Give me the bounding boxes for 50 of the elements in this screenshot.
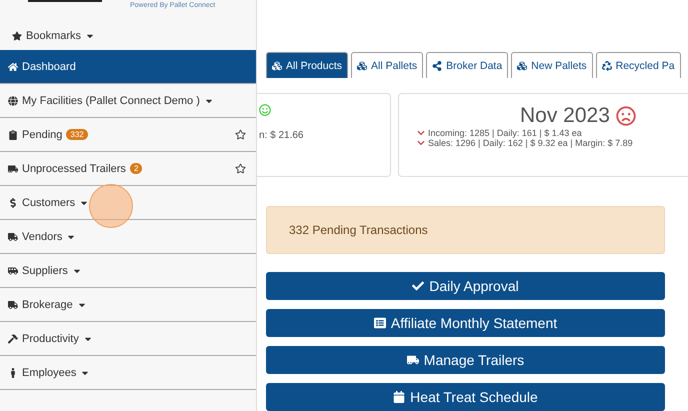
click-indicator [89, 184, 133, 228]
action-button[interactable]: Daily Approval [266, 272, 665, 300]
tab[interactable]: Broker Data [426, 52, 508, 78]
boxes-icon [357, 60, 368, 70]
sidebar-item[interactable]: Brokerage [0, 288, 256, 322]
clipboard-icon [8, 130, 18, 140]
tab[interactable]: Recycled Pa [596, 52, 681, 78]
calendar-icon [393, 391, 406, 403]
sidebar-item[interactable]: Suppliers [0, 254, 256, 288]
sidebar-item[interactable]: Unprocessed Trailers 2 [0, 152, 256, 186]
chevron-down-icon [417, 129, 425, 137]
action-button[interactable]: Manage Trailers [266, 346, 665, 374]
sidebar-item[interactable]: Employees [0, 356, 256, 390]
recycle-icon [602, 60, 612, 70]
chevron-down-icon [417, 139, 425, 147]
sidebar-item[interactable]: My Facilities (Pallet Connect Demo ) [0, 84, 256, 118]
star-icon [12, 31, 22, 41]
tab[interactable]: All Products [266, 52, 348, 78]
pending-alert: 332 Pending Transactions [266, 206, 665, 254]
stats-line: Sales: 1296 | Daily: 162 | $ 9.32 ea | Margin: $ 7.89 [428, 138, 633, 148]
tab[interactable]: All Pallets [351, 52, 424, 78]
star-icon[interactable] [235, 129, 246, 140]
home-icon [8, 62, 18, 72]
count-badge: 2 [130, 163, 142, 174]
star-icon[interactable] [235, 163, 246, 174]
boxes-icon [517, 60, 528, 70]
count-badge: 332 [66, 129, 88, 140]
hammer-icon [8, 334, 18, 344]
check-icon [412, 280, 424, 292]
action-button[interactable]: Affiliate Monthly Statement [266, 309, 665, 337]
van-icon [8, 266, 18, 276]
sidebar-item[interactable]: Vendors [0, 220, 256, 254]
month-title: Nov 2023 [520, 104, 610, 128]
boxes-icon [272, 60, 282, 70]
stats-line: Incoming: 1285 | Daily: 161 | $ 1.43 ea [428, 128, 582, 138]
person-icon [8, 368, 18, 378]
stats-line: n: $ 21.66 [259, 130, 304, 141]
list-icon [374, 317, 386, 329]
truck-icon [8, 300, 18, 310]
truck-icon [8, 232, 18, 242]
share-icon [432, 60, 442, 70]
bookmarks-menu[interactable]: Bookmarks [0, 22, 256, 50]
sidebar-item[interactable]: Pending 332 [0, 118, 256, 152]
sidebar-item[interactable]: Productivity [0, 322, 256, 356]
dollar-icon [8, 198, 18, 208]
action-button[interactable]: Heat Treat Schedule [266, 383, 665, 411]
globe-icon [8, 96, 18, 106]
sidebar-item[interactable]: Customers [0, 186, 256, 220]
tab[interactable]: New Pallets [511, 52, 593, 78]
sidebar-item[interactable]: Dashboard [0, 50, 256, 84]
